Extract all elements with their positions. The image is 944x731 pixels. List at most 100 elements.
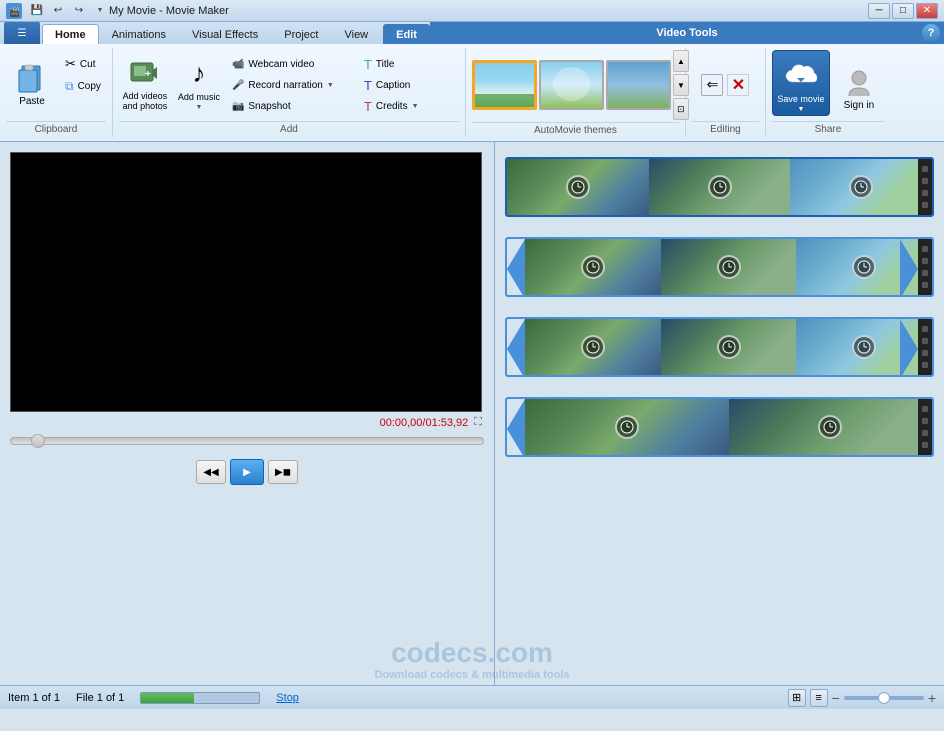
- strip-3-frame-2: [661, 319, 797, 375]
- cut-button[interactable]: ✂ Cut: [60, 54, 106, 74]
- svg-text:+: +: [145, 69, 151, 80]
- dropdown-quickbtn[interactable]: ▼: [91, 2, 109, 20]
- cut-label: Cut: [80, 59, 96, 70]
- tab-animations[interactable]: Animations: [99, 24, 179, 44]
- clock-1-2: [708, 175, 732, 199]
- theme-2[interactable]: [539, 60, 604, 110]
- zoom-control: ⊞ ≡ − +: [788, 689, 936, 707]
- strip-4-container[interactable]: [505, 397, 934, 457]
- theme-3[interactable]: [606, 60, 671, 110]
- share-group: Save movie ▼ Sign in Share: [766, 48, 890, 137]
- cloud-upload-icon: [783, 56, 819, 92]
- paste-button[interactable]: Paste: [6, 50, 58, 116]
- redo-quickbtn[interactable]: ↪: [70, 2, 88, 20]
- copy-button[interactable]: ⧉ Copy: [60, 76, 106, 96]
- strip-1-frame-1: [507, 159, 649, 215]
- hole: [922, 362, 928, 368]
- sign-in-button[interactable]: Sign in: [834, 58, 884, 118]
- save-quickbtn[interactable]: 💾: [28, 2, 46, 20]
- hole: [922, 442, 928, 448]
- hole: [922, 270, 928, 276]
- add-content: + Add videosand photos ♪ Add music ▼ 📹 W…: [119, 50, 459, 119]
- record-button[interactable]: 🎤 Record narration ▼: [227, 75, 357, 95]
- hole: [922, 246, 928, 252]
- strip-2-container[interactable]: [505, 237, 934, 297]
- prev-frame-button[interactable]: ◀◀: [196, 460, 226, 484]
- theme-1-preview: [475, 63, 534, 107]
- film-strip-3[interactable]: [505, 312, 934, 382]
- cut-icon: ✂: [65, 56, 76, 72]
- preview-panel: 00:00,00/01:53,92 ⛶ ◀◀ ▶ ▶◼: [0, 142, 494, 685]
- zoom-slider[interactable]: [844, 696, 924, 700]
- credits-label: Credits: [376, 101, 408, 112]
- credits-button[interactable]: T Credits ▼: [359, 96, 459, 116]
- add-group: + Add videosand photos ♪ Add music ▼ 📹 W…: [113, 48, 466, 137]
- strip-1-frame-2: [649, 159, 791, 215]
- snapshot-button[interactable]: 📷 Snapshot: [227, 96, 357, 116]
- seek-bar[interactable]: [10, 437, 484, 445]
- video-tools-label: Video Tools: [430, 22, 944, 44]
- close-button[interactable]: ✕: [916, 3, 938, 19]
- strip-4-frame-2: [729, 399, 933, 455]
- paste-icon: [16, 62, 48, 94]
- caption-button[interactable]: T Caption: [359, 75, 459, 95]
- seek-thumb[interactable]: [31, 434, 45, 448]
- theme-1[interactable]: [472, 60, 537, 110]
- snapshot-label: Snapshot: [248, 101, 290, 112]
- left-arrow-3: [507, 319, 525, 377]
- film-holes-3: [918, 319, 932, 375]
- zoom-thumb[interactable]: [878, 692, 890, 704]
- editing-group: ⇐ ✕ Editing: [686, 48, 766, 137]
- view-toggle-1[interactable]: ⊞: [788, 689, 806, 707]
- delete-button[interactable]: ✕: [727, 74, 749, 96]
- tab-home[interactable]: Home: [42, 24, 99, 44]
- save-movie-button[interactable]: Save movie ▼: [772, 50, 830, 116]
- window-title: My Movie - Movie Maker: [109, 5, 868, 17]
- share-content: Save movie ▼ Sign in: [772, 50, 884, 119]
- editing-content: ⇐ ✕: [692, 50, 759, 119]
- add-videos-button[interactable]: + Add videosand photos: [119, 50, 171, 116]
- title-label: Title: [376, 59, 395, 70]
- add-music-button[interactable]: ♪ Add music ▼: [173, 50, 225, 116]
- help-button[interactable]: ?: [922, 24, 940, 42]
- undo-quickbtn[interactable]: ↩: [49, 2, 67, 20]
- webcam-button[interactable]: 📹 Webcam video: [227, 54, 357, 74]
- strip-1-frame-3: [790, 159, 932, 215]
- title-bar: 🎬 💾 ↩ ↪ ▼ My Movie - Movie Maker ─ □ ✕: [0, 0, 944, 22]
- webcam-icon: 📹: [232, 59, 244, 70]
- theme-3-preview: [608, 62, 669, 108]
- film-strip-4[interactable]: [505, 392, 934, 462]
- paste-label: Paste: [19, 96, 45, 107]
- hole: [922, 338, 928, 344]
- play-button[interactable]: ▶: [230, 459, 264, 485]
- strip-1-container[interactable]: [505, 157, 934, 217]
- stop-button[interactable]: Stop: [276, 692, 299, 704]
- tab-visual-effects[interactable]: Visual Effects: [179, 24, 271, 44]
- add-videos-label: Add videosand photos: [123, 91, 168, 111]
- strip-3-container[interactable]: [505, 317, 934, 377]
- view-toggle-2[interactable]: ≡: [810, 689, 828, 707]
- film-holes-4: [918, 399, 932, 455]
- automovie-group: ▲ ▼ ⊡ AutoMovie themes: [466, 48, 686, 137]
- fullscreen-icon[interactable]: ⛶: [474, 416, 482, 429]
- tab-edit[interactable]: Edit: [383, 24, 430, 44]
- next-frame-button[interactable]: ▶◼: [268, 460, 298, 484]
- film-strip-2[interactable]: [505, 232, 934, 302]
- tab-view[interactable]: View: [331, 24, 381, 44]
- app-menu-button[interactable]: ☰: [4, 22, 40, 44]
- film-strip-1[interactable]: [505, 152, 934, 222]
- zoom-plus[interactable]: +: [928, 690, 936, 706]
- save-movie-label: Save movie: [777, 94, 824, 104]
- clock-1-3: [849, 175, 873, 199]
- add-music-dropdown: ▼: [195, 104, 202, 111]
- tab-project[interactable]: Project: [271, 24, 331, 44]
- main-area: 00:00,00/01:53,92 ⛶ ◀◀ ▶ ▶◼: [0, 142, 944, 685]
- maximize-button[interactable]: □: [892, 3, 914, 19]
- title-button[interactable]: T Title: [359, 54, 459, 74]
- minimize-button[interactable]: ─: [868, 3, 890, 19]
- app-icon: 🎬: [6, 3, 22, 19]
- zoom-minus[interactable]: −: [832, 690, 840, 706]
- add-group-label: Add: [119, 121, 459, 135]
- clock-2-1: [581, 255, 605, 279]
- move-left-button[interactable]: ⇐: [701, 74, 723, 96]
